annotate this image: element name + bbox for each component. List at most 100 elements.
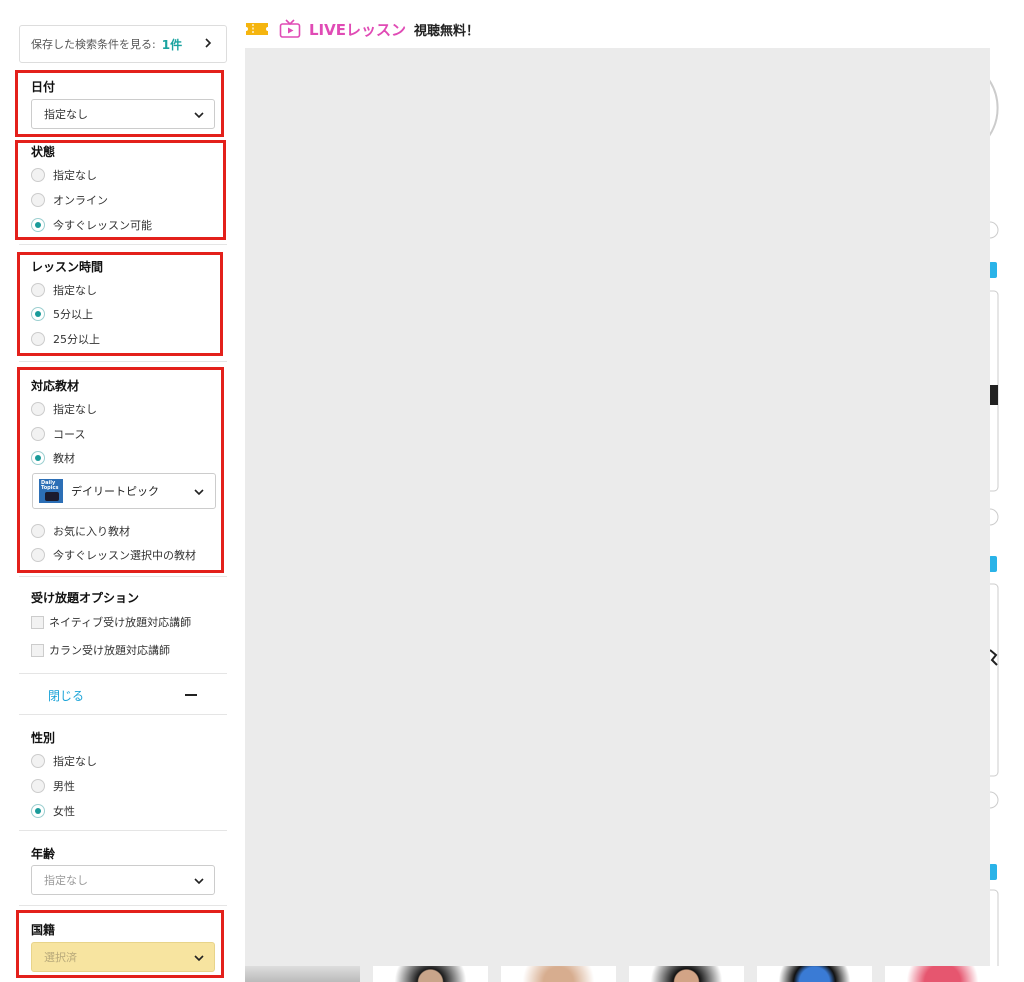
tutor-avatar[interactable] [629,966,744,982]
age-select-value: 指定なし [44,874,88,887]
divider [19,361,227,362]
gender-option-label: 男性 [53,780,75,793]
chevron-right-icon [205,38,212,48]
tutor-avatar[interactable] [757,966,872,982]
radio-checked-icon [31,804,45,818]
tv-play-icon [279,19,301,38]
highlight-box-material [17,367,224,573]
status-option-label: 指定なし [53,169,97,182]
material-select-value: デイリートピック [71,485,159,498]
tutor-avatar-strip [245,966,1024,982]
lesson-time-title: レッスン時間 [31,260,104,274]
material-option-textbook[interactable]: 教材 [31,450,75,466]
gender-option-female[interactable]: 女性 [31,803,75,819]
radio-checked-icon [31,451,45,465]
date-title: 日付 [31,80,56,94]
material-option-label: 教材 [53,452,75,465]
gender-option-none[interactable]: 指定なし [31,753,97,769]
nationality-select-value: 選択済 [44,951,77,964]
close-label: 閉じる [48,689,85,703]
unlimited-title: 受け放題オプション [31,591,140,605]
status-option-available-now[interactable]: 今すぐレッスン可能 [31,217,152,233]
date-select[interactable]: 指定なし [31,99,215,129]
material-option-course[interactable]: コース [31,426,85,442]
divider [19,905,227,906]
material-option-current[interactable]: 今すぐレッスン選択中の教材 [31,547,196,563]
gender-title: 性別 [31,731,56,745]
unlimited-option-callan[interactable]: カラン受け放題対応講師 [31,642,170,658]
radio-icon [31,524,45,538]
live-video-placeholder[interactable] [245,48,990,982]
chevron-down-icon [194,112,204,119]
ticket-icon [246,23,268,35]
live-lesson-title: LIVEレッスン [309,20,406,39]
radio-checked-icon [31,218,45,232]
material-option-label: お気に入り教材 [53,525,130,538]
lesson-time-option-none[interactable]: 指定なし [31,282,97,298]
status-option-label: オンライン [53,194,108,207]
divider [19,830,227,831]
chevron-down-icon [194,878,204,885]
saved-search-count: 1件 [161,37,183,52]
radio-icon [31,548,45,562]
material-option-label: 指定なし [53,403,97,416]
material-option-favorites[interactable]: お気に入り教材 [31,523,130,539]
radio-icon [31,168,45,182]
status-option-label: 今すぐレッスン可能 [53,219,152,232]
unlimited-option-label: ネイティブ受け放題対応講師 [49,616,192,629]
daily-topics-thumbnail: Daily Topics [39,479,63,503]
close-filters-button[interactable]: 閉じる [19,678,227,712]
daily-topics-thumb-text: Daily Topics [41,480,59,491]
unlimited-option-native[interactable]: ネイティブ受け放題対応講師 [31,614,191,630]
gender-option-label: 女性 [53,805,75,818]
live-lesson-header[interactable]: LIVEレッスン 視聴無料！ [245,17,479,41]
divider [19,673,227,674]
radio-icon [31,193,45,207]
saved-search-link[interactable]: 保存した検索条件を見る: 1件 [19,25,227,63]
tutor-avatar[interactable] [373,966,488,982]
nationality-title: 国籍 [31,923,56,937]
material-option-none[interactable]: 指定なし [31,401,97,417]
main-content: LIVEレッスン 視聴無料！ [240,0,1024,982]
divider [19,714,227,715]
live-lesson-subtitle: 視聴無料！ [414,23,480,39]
chevron-down-icon [194,489,204,496]
date-select-value: 指定なし [44,108,88,121]
age-select[interactable]: 指定なし [31,865,215,895]
material-option-label: 今すぐレッスン選択中の教材 [53,549,196,562]
radio-icon [31,427,45,441]
gender-option-male[interactable]: 男性 [31,778,75,794]
filter-sidebar: 保存した検索条件を見る: 1件 日付 指定なし 状態 指定なし オンライン 今す… [0,0,240,982]
gender-option-label: 指定なし [53,755,97,768]
lesson-time-option-25min[interactable]: 25分以上 [31,331,100,347]
divider [19,244,227,245]
nationality-select[interactable]: 選択済 [31,942,215,972]
tutor-list-edge [990,0,1024,982]
lesson-time-option-label: 指定なし [53,284,97,297]
checkbox-icon [31,615,44,629]
status-title: 状態 [31,145,56,159]
material-option-label: コース [53,428,86,441]
radio-checked-icon [31,307,45,321]
material-title: 対応教材 [31,379,80,393]
tutor-cards-clipped [990,79,999,982]
material-select[interactable]: Daily Topics デイリートピック [32,473,216,509]
controller-graphic [45,492,59,501]
saved-search-label: 保存した検索条件を見る: [31,38,156,51]
status-option-none[interactable]: 指定なし [31,167,97,183]
age-title: 年齢 [31,847,56,861]
lesson-time-option-label: 25分以上 [53,333,100,346]
tutor-avatar[interactable] [885,966,1000,982]
checkbox-icon [31,643,44,657]
status-option-online[interactable]: オンライン [31,192,108,208]
chevron-down-icon [194,955,204,962]
tutor-avatar[interactable] [245,966,360,982]
lesson-time-option-5min[interactable]: 5分以上 [31,306,93,322]
radio-icon [31,332,45,346]
divider [19,576,227,577]
tutor-avatar[interactable] [501,966,616,982]
radio-icon [31,283,45,297]
radio-icon [31,402,45,416]
radio-icon [31,754,45,768]
unlimited-option-label: カラン受け放題対応講師 [49,644,170,657]
